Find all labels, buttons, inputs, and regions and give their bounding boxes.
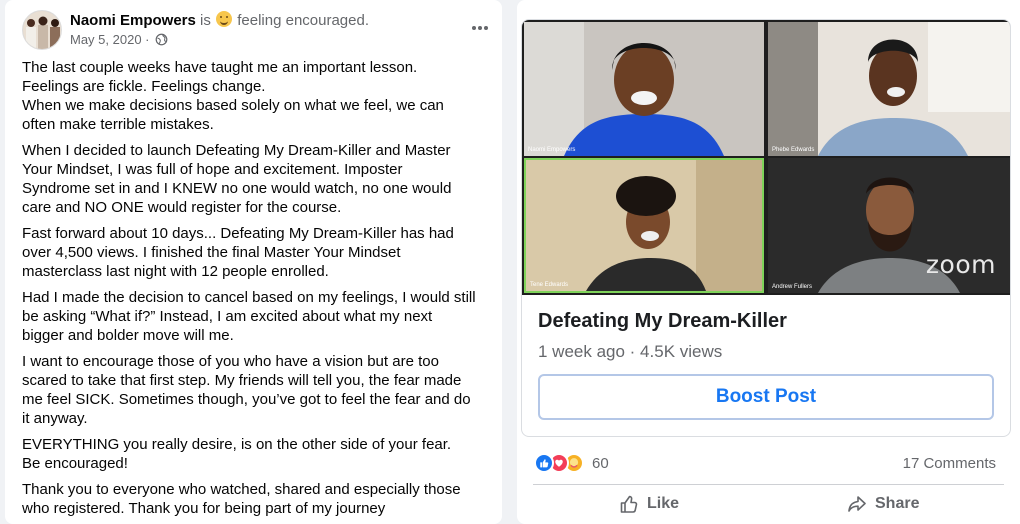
post-line: Had I made the decision to cancel based … [22,289,476,306]
author-line: Naomi Empowers is feeling encouraged. [70,11,369,29]
post-paragraph: I want to encourage those of you who hav… [22,352,498,428]
post-line: When I decided to launch Defeating My Dr… [22,142,451,159]
reaction-count: 60 [592,454,609,472]
comments-count[interactable]: 17 Comments [903,455,996,472]
attachment-panel: Naomi Empowers Phebe Edwards Tene Edward… [517,0,1020,524]
zoom-watermark: zoom [925,250,996,279]
post-paragraph: Fast forward about 10 days... Defeating … [22,224,498,281]
post-line: EVERYTHING you really desire, is on the … [22,436,452,453]
post-line: Fast forward about 10 days... Defeating … [22,225,454,242]
share-label: Share [875,495,920,512]
participant-tile: Phebe Edwards [768,22,1010,156]
avatar[interactable] [22,10,62,50]
thumbs-up-icon [620,495,638,513]
like-reaction-icon [534,453,554,473]
post-line: bigger and bolder move will me. [22,327,234,344]
post-line: Syndrome set in and I KNEW no one would … [22,180,452,197]
post-paragraph: The last couple weeks have taught me an … [22,58,498,134]
more-options-icon [472,26,488,30]
like-button[interactable]: Like [619,494,679,514]
boost-post-button[interactable]: Boost Post [538,374,994,420]
is-text: is [200,12,211,29]
more-options-button[interactable] [468,16,492,40]
globe-icon [155,33,168,46]
post-line: Thank you to everyone who watched, share… [22,481,461,498]
post-line: The last couple weeks have taught me an … [22,59,418,76]
post-paragraph: EVERYTHING you really desire, is on the … [22,435,498,473]
post-line: masterclass last night with 12 people en… [22,263,329,280]
post-line: who registered. Thank you for being part… [22,500,386,517]
post-header: Naomi Empowers is feeling encouraged. Ma… [22,8,492,52]
feeling-text: feeling encouraged. [237,12,370,29]
share-arrow-icon [848,496,866,512]
like-label: Like [647,495,680,512]
post-meta: May 5, 2020 · [70,32,168,47]
video-card[interactable]: Naomi Empowers Phebe Edwards Tene Edward… [521,19,1011,437]
smiling-emoji-icon [216,11,233,27]
post-line: When we make decisions based solely on w… [22,97,444,114]
participant-name: Naomi Empowers [528,147,576,153]
post-line: Your Mindset, I was full of hope and exc… [22,161,403,178]
post-line: I want to encourage those of you who hav… [22,353,439,370]
active-speaker-frame [524,158,764,293]
participant-tile: Naomi Empowers [524,22,764,156]
share-button[interactable]: Share [847,494,919,514]
post-paragraph: Had I made the decision to cancel based … [22,288,498,345]
post-line: Feelings are fickle. Feelings change. [22,78,266,95]
participant-name: Andrew Fullers [772,284,813,290]
post-paragraph: When I decided to launch Defeating My Dr… [22,141,498,217]
participant-name: Phebe Edwards [772,147,815,153]
reactions-summary[interactable]: 60 [534,452,609,474]
video-meta: 1 week ago · 4.5K views [538,342,723,361]
post-line: over 4,500 views. I finished the final M… [22,244,401,261]
post-line: me feel SICK. Sometimes though, you’ve g… [22,391,471,408]
post-line: often make terrible mistakes. [22,116,214,133]
post-line: be asking “What if?” Instead, I am excit… [22,308,433,325]
post-line: scared to take that first step. My frien… [22,372,462,389]
post-date[interactable]: May 5, 2020 [70,32,142,47]
meta-separator: · [145,32,150,47]
post-line: care and NO ONE would register for the c… [22,199,342,216]
post-line: Be encouraged! [22,455,128,472]
post-text: The last couple weeks have taught me an … [22,58,498,524]
post-paragraph: Thank you to everyone who watched, share… [22,480,498,518]
post-card: Naomi Empowers is feeling encouraged. Ma… [5,0,502,524]
post-line: it anyway. [22,410,88,427]
participant-tile: Andrew Fullers zoom [768,158,1010,293]
author-name[interactable]: Naomi Empowers [70,12,196,29]
divider [533,484,1004,485]
video-player[interactable]: Naomi Empowers Phebe Edwards Tene Edward… [522,20,1010,295]
video-title[interactable]: Defeating My Dream-Killer [538,310,787,333]
